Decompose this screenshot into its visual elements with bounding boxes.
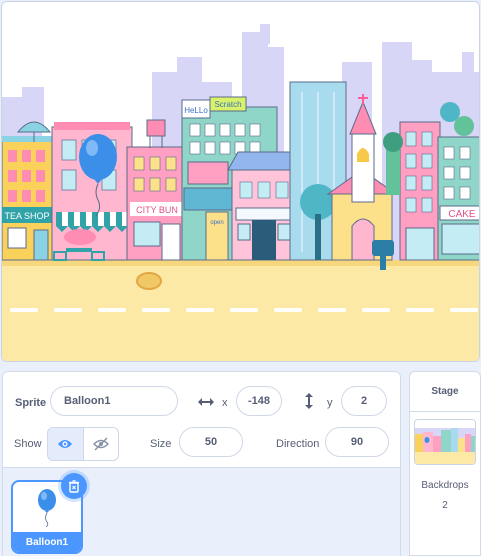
delete-sprite-button[interactable] — [61, 473, 87, 499]
sprite-tile-label: Balloon1 — [13, 532, 81, 552]
show-label: Show — [14, 438, 42, 450]
sign-tea-shop: TEA SHOP — [4, 211, 49, 221]
direction-input[interactable]: 90 — [325, 427, 389, 457]
show-visible-button[interactable] — [48, 428, 83, 460]
x-label: x — [222, 397, 228, 409]
eye-icon — [58, 440, 73, 448]
backdrops-count: 2 — [442, 500, 448, 511]
direction-label: Direction — [276, 438, 320, 450]
y-input[interactable]: 2 — [341, 386, 387, 416]
sprite-info-panel: Sprite Balloon1 x -148 y 2 Show Size 50 … — [2, 371, 401, 468]
stage-panel-title: Stage — [410, 372, 480, 412]
sign-open: open — [210, 220, 223, 226]
sprite-name-input[interactable]: Balloon1 — [50, 386, 178, 416]
stage[interactable]: TEA SHOP CITY BUN HeLLo Scratch open CAK… — [1, 1, 480, 362]
size-label: Size — [150, 438, 172, 450]
y-label: y — [327, 397, 333, 409]
stage-selector-panel[interactable]: Stage Backdrops 2 — [409, 371, 481, 556]
sign-hello: HeLLo — [184, 106, 208, 115]
sprite-label: Sprite — [15, 397, 47, 409]
show-hidden-button[interactable] — [82, 428, 118, 460]
backdrops-label: Backdrops — [421, 480, 469, 491]
eye-hidden-icon — [92, 437, 109, 451]
stage-backdrop-city: TEA SHOP CITY BUN HeLLo Scratch open CAK… — [2, 2, 479, 361]
size-input[interactable]: 50 — [179, 427, 243, 457]
y-arrows-icon — [301, 390, 317, 412]
sign-city-bun: CITY BUN — [136, 205, 178, 215]
show-toggle-group — [47, 427, 119, 461]
delete-icon — [69, 479, 79, 493]
x-arrows-icon — [196, 394, 216, 410]
balloon-icon — [38, 489, 56, 527]
stage-thumbnail[interactable] — [414, 419, 476, 465]
sign-cake: CAKE — [448, 209, 476, 220]
x-input[interactable]: -148 — [236, 386, 282, 416]
sign-scratch: Scratch — [214, 100, 241, 109]
backdrop-thumbnail-image — [415, 420, 475, 464]
